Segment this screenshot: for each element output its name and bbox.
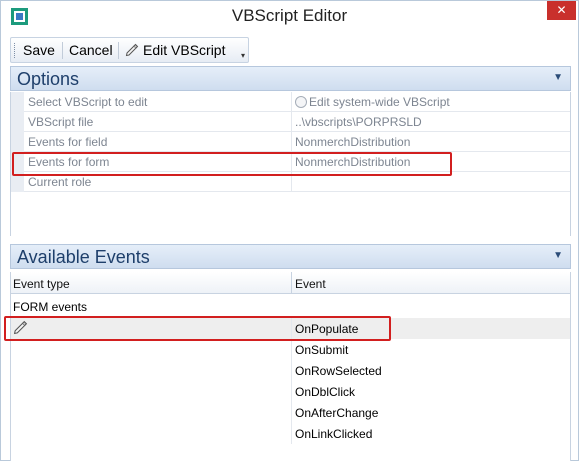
column-divider (291, 112, 292, 132)
column-divider[interactable] (291, 272, 292, 294)
toolbar: Save Cancel Edit VBScript ▾ (10, 37, 249, 63)
option-label: Select VBScript to edit (28, 95, 148, 109)
save-button[interactable]: Save (20, 41, 58, 60)
event-row-ondblclick[interactable]: OnDblClick (11, 381, 570, 402)
event-row-onsubmit[interactable]: OnSubmit (11, 339, 570, 360)
event-row-onrowselected[interactable]: OnRowSelected (11, 360, 570, 381)
option-value: NonmerchDistribution (295, 135, 411, 149)
toolbar-overflow-chevron-icon[interactable]: ▾ (237, 49, 249, 63)
title-bar: VBScript Editor ✕ (1, 1, 578, 32)
radio-button-icon[interactable] (295, 96, 307, 108)
option-row-select-vbscript[interactable]: Select VBScript to edit Edit system-wide… (11, 92, 570, 112)
chevron-down-icon[interactable]: ▼ (553, 250, 563, 261)
toolbar-separator (62, 42, 63, 59)
event-name: OnSubmit (295, 343, 349, 357)
available-events-title: Available Events (17, 247, 150, 267)
radio-label: Edit system-wide VBScript (309, 95, 450, 109)
event-row-onlinkclicked[interactable]: OnLinkClicked (11, 423, 570, 444)
edit-vbscript-label: Edit VBScript (143, 42, 226, 58)
event-type-cell[interactable] (11, 402, 292, 423)
close-button[interactable]: ✕ (547, 1, 576, 20)
row-gutter (11, 92, 24, 112)
event-type-cell[interactable] (11, 339, 292, 360)
chevron-down-icon[interactable]: ▼ (553, 72, 563, 83)
options-title: Options (17, 69, 80, 89)
edit-vbscript-button[interactable]: Edit VBScript (122, 41, 228, 60)
toolbar-grip[interactable] (14, 43, 17, 58)
options-panel-header[interactable]: Options ▼ (10, 66, 571, 91)
option-value[interactable]: Edit system-wide VBScript (295, 95, 450, 109)
highlight-box-onpopulate (4, 316, 391, 341)
events-column-header: Event type Event (11, 272, 570, 294)
window-title: VBScript Editor (231, 6, 348, 25)
event-name: OnDblClick (295, 385, 356, 399)
row-gutter (11, 112, 24, 132)
highlight-box-events-for-form (12, 152, 452, 176)
group-label: FORM events (13, 300, 88, 314)
event-row-onafterchange[interactable]: OnAfterChange (11, 402, 570, 423)
option-row-vbscript-file[interactable]: VBScript file ..\vbscripts\PORPRSLD (11, 112, 570, 132)
group-row-form-events[interactable]: FORM events (11, 296, 570, 316)
option-label: Events for field (28, 135, 108, 149)
event-type-cell[interactable] (11, 360, 292, 381)
option-label: VBScript file (28, 115, 94, 129)
option-label: Current role (28, 175, 92, 189)
pencil-script-icon (125, 43, 139, 57)
column-divider (291, 132, 292, 152)
cancel-button[interactable]: Cancel (66, 41, 116, 60)
column-header-event[interactable]: Event (295, 277, 326, 291)
row-gutter (11, 132, 24, 152)
toolbar-separator (118, 42, 119, 59)
option-value: ..\vbscripts\PORPRSLD (295, 115, 422, 129)
column-divider (291, 92, 292, 112)
option-row-events-for-field[interactable]: Events for field NonmerchDistribution (11, 132, 570, 152)
event-type-cell[interactable] (11, 423, 292, 444)
event-name: OnRowSelected (295, 364, 382, 378)
events-grid: Event type Event FORM events OnPopulate … (10, 272, 571, 461)
available-events-panel-header[interactable]: Available Events ▼ (10, 244, 571, 269)
event-type-cell[interactable] (11, 381, 292, 402)
column-header-event-type[interactable]: Event type (13, 277, 70, 291)
vbscript-editor-window: VBScript Editor ✕ Save Cancel Edit VBScr… (0, 0, 579, 461)
event-name: OnLinkClicked (295, 427, 373, 441)
event-name: OnAfterChange (295, 406, 379, 420)
